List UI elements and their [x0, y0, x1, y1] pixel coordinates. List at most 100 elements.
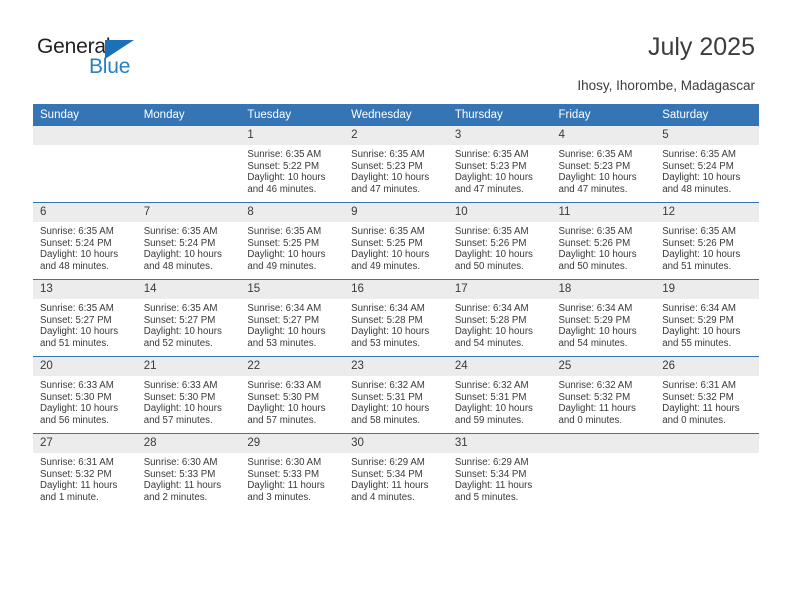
calendar-day-cell[interactable]: 30 Sunrise: 6:29 AM Sunset: 5:34 PM Dayligh… [344, 433, 448, 510]
day-number: 9 [344, 203, 448, 222]
calendar-day-cell[interactable]: 29 Sunrise: 6:30 AM Sunset: 5:33 PM Dayligh… [240, 433, 345, 510]
daylight-text: Daylight: 10 hours and 53 minutes. [247, 326, 326, 349]
daylight-text: Daylight: 10 hours and 57 minutes. [247, 403, 326, 426]
calendar-day-cell[interactable]: 19 Sunrise: 6:34 AM Sunset: 5:29 PM Dayligh… [655, 279, 759, 357]
sunrise-text: Sunrise: 6:35 AM [143, 226, 218, 237]
daylight-text: Daylight: 10 hours and 48 minutes. [662, 172, 741, 195]
day-number: 11 [551, 203, 656, 222]
calendar-day-cell[interactable]: 17 Sunrise: 6:34 AM Sunset: 5:28 PM Dayligh… [447, 279, 552, 357]
sunset-text: Sunset: 5:31 PM [351, 391, 423, 403]
calendar-day-cell[interactable]: 6 Sunrise: 6:35 AM Sunset: 5:24 PM Daylight… [33, 202, 137, 280]
calendar-day-cell[interactable]: 12 Sunrise: 6:35 AM Sunset: 5:26 PM Dayligh… [655, 202, 759, 280]
weekday-header-saturday: Saturday [655, 104, 759, 126]
sunset-text: Sunset: 5:34 PM [454, 468, 527, 480]
sunrise-text: Sunrise: 6:32 AM [351, 380, 425, 391]
day-number: 31 [447, 434, 552, 453]
calendar-day-cell[interactable]: 7 Sunrise: 6:35 AM Sunset: 5:24 PM Daylight… [136, 202, 241, 280]
daylight-text: Daylight: 11 hours and 0 minutes. [558, 403, 636, 426]
calendar-day-cell[interactable]: 2 Sunrise: 6:35 AM Sunset: 5:23 PM Daylight… [344, 126, 448, 203]
calendar-day-cell[interactable]: 9 Sunrise: 6:35 AM Sunset: 5:25 PM Daylight… [344, 202, 448, 280]
day-number: 2 [344, 126, 448, 145]
calendar-day-cell[interactable]: 21 Sunrise: 6:33 AM Sunset: 5:30 PM Dayligh… [136, 356, 241, 434]
calendar-empty-cell [551, 433, 656, 510]
weekday-header-wednesday: Wednesday [344, 104, 448, 126]
day-details: Sunrise: 6:35 AM Sunset: 5:25 PM Daylight:… [344, 222, 448, 272]
calendar-day-cell[interactable]: 31 Sunrise: 6:29 AM Sunset: 5:34 PM Dayligh… [447, 433, 552, 510]
day-number: 21 [136, 357, 241, 376]
sunset-text: Sunset: 5:33 PM [143, 468, 216, 480]
sunrise-text: Sunrise: 6:35 AM [558, 226, 633, 237]
weekday-header-friday: Friday [551, 104, 656, 126]
day-number: 5 [655, 126, 759, 145]
calendar-day-cell[interactable]: 20 Sunrise: 6:33 AM Sunset: 5:30 PM Dayligh… [33, 356, 137, 434]
daylight-text: Daylight: 10 hours and 48 minutes. [143, 249, 222, 272]
day-details: Sunrise: 6:33 AM Sunset: 5:30 PM Daylight:… [137, 376, 241, 426]
calendar-day-cell[interactable]: 16 Sunrise: 6:34 AM Sunset: 5:28 PM Dayligh… [344, 279, 448, 357]
daylight-text: Daylight: 10 hours and 52 minutes. [143, 326, 222, 349]
calendar-day-cell[interactable]: 1 Sunrise: 6:35 AM Sunset: 5:22 PM Daylight… [240, 126, 345, 203]
calendar-day-cell[interactable]: 8 Sunrise: 6:35 AM Sunset: 5:25 PM Daylight… [240, 202, 345, 280]
sunset-text: Sunset: 5:33 PM [247, 468, 320, 480]
calendar-day-cell[interactable]: 23 Sunrise: 6:32 AM Sunset: 5:31 PM Dayligh… [344, 356, 448, 434]
calendar-empty-cell [33, 126, 137, 203]
day-number: 7 [136, 203, 241, 222]
sunset-text: Sunset: 5:29 PM [558, 314, 631, 326]
calendar-day-cell[interactable]: 25 Sunrise: 6:32 AM Sunset: 5:32 PM Dayligh… [551, 356, 656, 434]
sunrise-text: Sunrise: 6:35 AM [454, 149, 529, 160]
day-number: 14 [136, 280, 241, 299]
sunset-text: Sunset: 5:24 PM [40, 237, 112, 249]
sunrise-text: Sunrise: 6:30 AM [247, 457, 322, 468]
calendar-empty-cell [655, 433, 759, 510]
weekday-header-tuesday: Tuesday [240, 104, 345, 126]
sunset-text: Sunset: 5:28 PM [454, 314, 527, 326]
day-details: Sunrise: 6:34 AM Sunset: 5:28 PM Daylight:… [344, 299, 448, 349]
day-details: Sunrise: 6:33 AM Sunset: 5:30 PM Daylight:… [33, 376, 137, 426]
calendar-day-cell[interactable]: 4 Sunrise: 6:35 AM Sunset: 5:23 PM Daylight… [551, 126, 656, 203]
day-number: 12 [655, 203, 759, 222]
calendar-day-cell[interactable]: 13 Sunrise: 6:35 AM Sunset: 5:27 PM Dayligh… [33, 279, 137, 357]
calendar-day-cell[interactable]: 11 Sunrise: 6:35 AM Sunset: 5:26 PM Dayligh… [551, 202, 656, 280]
calendar-day-cell[interactable]: 28 Sunrise: 6:30 AM Sunset: 5:33 PM Dayligh… [136, 433, 241, 510]
sunrise-text: Sunrise: 6:34 AM [454, 303, 529, 314]
page-header: General Blue July 2025 Ihosy, Ihorombe, … [0, 0, 792, 100]
sunrise-text: Sunrise: 6:29 AM [351, 457, 425, 468]
day-number [551, 434, 656, 453]
day-number [136, 126, 241, 145]
calendar-day-cell[interactable]: 26 Sunrise: 6:31 AM Sunset: 5:32 PM Dayligh… [655, 356, 759, 434]
sunrise-text: Sunrise: 6:31 AM [40, 457, 114, 468]
daylight-text: Daylight: 10 hours and 47 minutes. [558, 172, 637, 195]
sunset-text: Sunset: 5:31 PM [454, 391, 527, 403]
sunset-text: Sunset: 5:30 PM [247, 391, 320, 403]
sunset-text: Sunset: 5:26 PM [662, 237, 734, 249]
sunrise-text: Sunrise: 6:35 AM [143, 303, 218, 314]
calendar-header-row: Sunday Monday Tuesday Wednesday Thursday… [33, 104, 759, 126]
day-number: 24 [447, 357, 552, 376]
calendar-day-cell[interactable]: 18 Sunrise: 6:34 AM Sunset: 5:29 PM Dayligh… [551, 279, 656, 357]
daylight-text: Daylight: 10 hours and 54 minutes. [558, 326, 637, 349]
sunrise-text: Sunrise: 6:34 AM [351, 303, 425, 314]
calendar-day-cell[interactable]: 10 Sunrise: 6:35 AM Sunset: 5:26 PM Dayligh… [447, 202, 552, 280]
day-details: Sunrise: 6:35 AM Sunset: 5:24 PM Daylight:… [33, 222, 137, 272]
weekday-header-sunday: Sunday [33, 104, 137, 126]
sunrise-text: Sunrise: 6:35 AM [247, 226, 322, 237]
sunset-text: Sunset: 5:24 PM [143, 237, 216, 249]
sunrise-text: Sunrise: 6:35 AM [558, 149, 633, 160]
calendar-day-cell[interactable]: 27 Sunrise: 6:31 AM Sunset: 5:32 PM Dayligh… [33, 433, 137, 510]
day-number [33, 126, 137, 145]
day-details: Sunrise: 6:35 AM Sunset: 5:27 PM Daylight:… [137, 299, 241, 349]
sunrise-text: Sunrise: 6:34 AM [558, 303, 633, 314]
calendar-day-cell[interactable]: 15 Sunrise: 6:34 AM Sunset: 5:27 PM Dayligh… [240, 279, 345, 357]
daylight-text: Daylight: 11 hours and 0 minutes. [662, 403, 740, 426]
sunset-text: Sunset: 5:32 PM [40, 468, 112, 480]
calendar-day-cell[interactable]: 3 Sunrise: 6:35 AM Sunset: 5:23 PM Daylight… [447, 126, 552, 203]
calendar-day-cell[interactable]: 22 Sunrise: 6:33 AM Sunset: 5:30 PM Dayligh… [240, 356, 345, 434]
day-number: 23 [344, 357, 448, 376]
daylight-text: Daylight: 10 hours and 54 minutes. [454, 326, 533, 349]
calendar-empty-cell [136, 126, 241, 203]
daylight-text: Daylight: 10 hours and 47 minutes. [454, 172, 533, 195]
calendar-day-cell[interactable]: 5 Sunrise: 6:35 AM Sunset: 5:24 PM Daylight… [655, 126, 759, 203]
calendar-day-cell[interactable]: 24 Sunrise: 6:32 AM Sunset: 5:31 PM Dayligh… [447, 356, 552, 434]
calendar-day-cell[interactable]: 14 Sunrise: 6:35 AM Sunset: 5:27 PM Dayligh… [136, 279, 241, 357]
daylight-text: Daylight: 10 hours and 53 minutes. [351, 326, 430, 349]
daylight-text: Daylight: 10 hours and 59 minutes. [454, 403, 533, 426]
